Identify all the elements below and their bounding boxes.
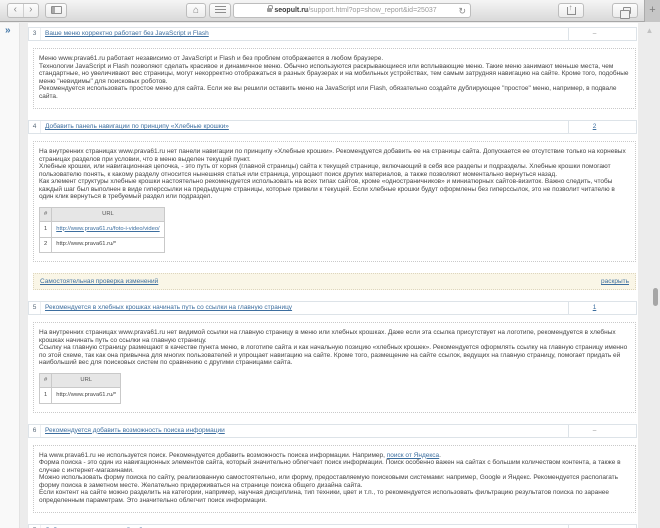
- section-title-link[interactable]: Ваше меню корректно работает без JavaScr…: [45, 30, 209, 37]
- section-number: 5: [29, 302, 41, 314]
- collapsed-sidebar-rail: »: [0, 23, 20, 528]
- section-value: –: [568, 28, 636, 40]
- address-bar[interactable]: seopult.ru/support.html?op=show_report&i…: [233, 3, 471, 18]
- paragraph-text: .: [439, 452, 441, 459]
- section-5-details: На внутренних страницах www.prava61.ru н…: [33, 322, 636, 413]
- yandex-search-link[interactable]: поиск от Яндекса: [387, 452, 439, 459]
- self-check-bar: Самостоятельная проверка изменений раскр…: [33, 273, 636, 290]
- section-number: 4: [29, 121, 41, 133]
- page-scrollbar-thumb[interactable]: [653, 288, 658, 306]
- sidebar-toggle-button[interactable]: [45, 3, 67, 18]
- section-title-link[interactable]: Рекомендуется добавить возможность поиск…: [45, 427, 225, 434]
- col-header-num: #: [40, 373, 52, 388]
- forward-button[interactable]: ›: [24, 4, 39, 17]
- paragraph: Рекомендуется использовать простое меню …: [39, 85, 629, 100]
- section-title-link[interactable]: Добавить панель навигации по принципу «Х…: [45, 123, 229, 130]
- home-icon: ⌂: [193, 5, 199, 16]
- section-number: 6: [29, 425, 41, 437]
- section-row-5: 5 Рекомендуется в хлебных крошках начина…: [28, 301, 637, 315]
- url-text: http://www.prava61.ru/*: [52, 388, 121, 404]
- section-6-details: На www.prava61.ru не используется поиск.…: [33, 445, 636, 514]
- row-number: 1: [40, 222, 52, 238]
- row-number: 1: [40, 388, 52, 404]
- table-row: 1 http://www.prava61.ru/foto-i-video/vid…: [40, 222, 165, 238]
- report-page: » ▲ 3 Ваше меню корректно работает без J…: [0, 23, 660, 528]
- show-tabs-button[interactable]: [612, 3, 638, 18]
- expand-link[interactable]: раскрыть: [601, 278, 629, 285]
- paragraph: Хлебные крошки, или навигационная цепочк…: [39, 163, 629, 178]
- paragraph: На www.prava61.ru не используется поиск.…: [39, 452, 629, 460]
- url-link[interactable]: http://www.prava61.ru/foto-i-video/video…: [56, 226, 159, 232]
- share-icon: [567, 7, 576, 15]
- home-button[interactable]: ⌂: [186, 3, 206, 18]
- sidebar-icon: [51, 6, 62, 14]
- col-header-num: #: [40, 207, 52, 222]
- back-button[interactable]: ‹: [8, 4, 24, 17]
- section-number: 3: [29, 28, 41, 40]
- table-row: 2 http://www.prava61.ru/*: [40, 237, 165, 253]
- section-4-details: На внутренних страницах www.prava61.ru н…: [33, 141, 636, 262]
- url-path: /support.html?op=show_report&id=25037: [308, 7, 436, 14]
- browser-toolbar: ‹ › ⌂ seopult.ru/support.html?op=show_re…: [0, 0, 660, 22]
- reading-list-button[interactable]: [209, 3, 231, 18]
- tabs-icon: [623, 7, 631, 14]
- self-check-link[interactable]: Самостоятельная проверка изменений: [40, 278, 158, 285]
- paragraph: Как элемент структуры хлебные крошки нас…: [39, 178, 629, 201]
- section-row-3: 3 Ваше меню корректно работает без JavaS…: [28, 27, 637, 41]
- url-table: # URL 1 http://www.prava61.ru/*: [39, 373, 121, 404]
- section-row-4: 4 Добавить панель навигации по принципу …: [28, 120, 637, 134]
- url-text: http://www.prava61.ru/*: [52, 237, 164, 253]
- table-header-row: # URL: [40, 373, 121, 388]
- section-title-link[interactable]: Рекомендуется в хлебных крошках начинать…: [45, 304, 292, 311]
- paragraph: Можно использовать форму поиска по сайту…: [39, 474, 629, 489]
- section-value-link[interactable]: 1: [593, 304, 597, 311]
- table-header-row: # URL: [40, 207, 165, 222]
- row-number: 2: [40, 237, 52, 253]
- paragraph: На внутренних страницах www.prava61.ru н…: [39, 148, 629, 163]
- section-3-details: Меню www.prava61.ru работает независимо …: [33, 48, 636, 109]
- section-row-7: 7 Добавить страницу с картой сайта –: [28, 524, 637, 528]
- section-value-link[interactable]: 2: [593, 123, 597, 130]
- url-domain: seopult.ru: [274, 7, 308, 14]
- share-button[interactable]: [558, 3, 584, 18]
- col-header-url: URL: [52, 207, 164, 222]
- scroll-top-icon[interactable]: ▲: [645, 26, 654, 35]
- paragraph: Если контент на сайте можно разделить на…: [39, 489, 629, 504]
- section-row-6: 6 Рекомендуется добавить возможность пои…: [28, 424, 637, 438]
- new-tab-button[interactable]: +: [644, 0, 660, 22]
- paragraph: Форма поиска - это один из навигационных…: [39, 459, 629, 474]
- paragraph: Ссылку на главную страницу размещают в к…: [39, 344, 629, 367]
- report-content: 3 Ваше меню корректно работает без JavaS…: [28, 23, 638, 528]
- expand-sidebar-chevrons[interactable]: »: [5, 25, 11, 36]
- paragraph: На внутренних страницах www.prava61.ru н…: [39, 329, 629, 344]
- paragraph: Технологии JavaScript и Flash позволяют …: [39, 63, 629, 86]
- table-row: 1 http://www.prava61.ru/*: [40, 388, 121, 404]
- refresh-button[interactable]: ↻: [458, 4, 466, 18]
- url-table: # URL 1 http://www.prava61.ru/foto-i-vid…: [39, 207, 165, 254]
- lock-icon: [267, 8, 272, 12]
- col-header-url: URL: [52, 373, 121, 388]
- nav-buttons: ‹ ›: [7, 3, 39, 18]
- section-value: –: [568, 425, 636, 437]
- paragraph: Меню www.prava61.ru работает независимо …: [39, 55, 629, 63]
- paragraph-text: На www.prava61.ru не используется поиск.…: [39, 452, 387, 459]
- list-lines-icon: [215, 6, 226, 15]
